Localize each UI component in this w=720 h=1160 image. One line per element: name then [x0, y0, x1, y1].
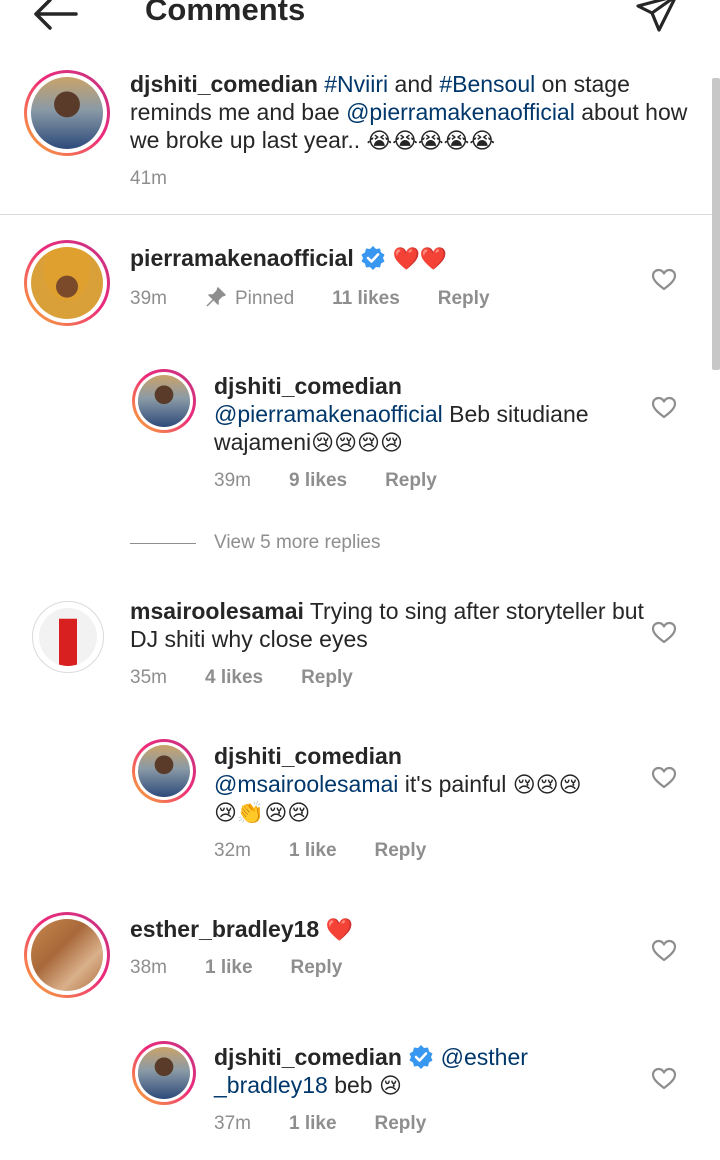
- mention-link[interactable]: @msairoolesamai: [214, 771, 398, 797]
- heart-emoji: ❤️❤️: [392, 246, 448, 271]
- reply-username[interactable]: djshiti_comedian: [214, 1044, 402, 1070]
- avatar[interactable]: [132, 369, 196, 433]
- timestamp: 39m: [130, 288, 167, 309]
- reply-button[interactable]: Reply: [301, 667, 353, 688]
- heart-outline-icon[interactable]: [651, 1067, 677, 1091]
- timestamp: 39m: [214, 470, 251, 491]
- share-button[interactable]: [632, 0, 682, 36]
- timestamp: 37m: [214, 1113, 251, 1134]
- emoji-group: 😢: [378, 1073, 402, 1098]
- arrow-left-icon: [34, 0, 78, 30]
- likes-count[interactable]: 4 likes: [205, 667, 263, 688]
- reply-username[interactable]: djshiti_comedian: [214, 373, 402, 399]
- mention-link[interactable]: @pierramakenaofficial: [346, 99, 575, 125]
- reply-button[interactable]: Reply: [438, 288, 490, 309]
- top-bar: Comments: [0, 0, 720, 40]
- reply-username[interactable]: djshiti_comedian: [214, 743, 402, 769]
- verified-badge-icon: [409, 1045, 433, 1069]
- reply-text: djshiti_comedian @pierramakenaofficial B…: [214, 373, 589, 455]
- comment-text: pierramakenaofficial ❤️❤️: [130, 244, 650, 272]
- avatar[interactable]: [132, 1041, 196, 1105]
- reply-button[interactable]: Reply: [291, 957, 343, 978]
- emoji-group: 😢😢😢: [512, 772, 582, 797]
- caption-text: djshiti_comedian #Nviiri and #Bensoul on…: [130, 71, 688, 153]
- heart-outline-icon[interactable]: [651, 396, 677, 420]
- avatar[interactable]: [32, 601, 104, 673]
- comment-username[interactable]: esther_bradley18: [130, 916, 319, 942]
- timestamp: 41m: [130, 168, 167, 189]
- scrollbar[interactable]: [712, 78, 720, 370]
- heart-outline-icon[interactable]: [651, 268, 677, 292]
- mention-link[interactable]: _bradley18: [214, 1072, 328, 1098]
- reply-meta: 37m 1 like Reply: [214, 1113, 464, 1135]
- comment-text: msairoolesamai Trying to sing after stor…: [130, 598, 644, 652]
- emoji-group: 😢😢😢😢: [311, 430, 403, 455]
- timestamp: 32m: [214, 840, 251, 861]
- comment-username[interactable]: msairoolesamai: [130, 598, 304, 624]
- caption-username[interactable]: djshiti_comedian: [130, 71, 318, 97]
- reply-button[interactable]: Reply: [375, 1113, 427, 1134]
- paper-plane-icon: [636, 0, 676, 32]
- reply-meta: 32m 1 like Reply: [214, 840, 464, 862]
- heart-outline-icon[interactable]: [651, 766, 677, 790]
- hashtag-link[interactable]: #Nviiri: [324, 71, 388, 97]
- comment-username[interactable]: pierramakenaofficial: [130, 245, 354, 271]
- comment-meta: 38m 1 like Reply: [130, 957, 380, 979]
- emoji-group: 😭😭😭😭😭: [366, 128, 496, 153]
- heart-outline-icon[interactable]: [651, 939, 677, 963]
- timestamp: 35m: [130, 667, 167, 688]
- heart-outline-icon[interactable]: [651, 621, 677, 645]
- reply-button[interactable]: Reply: [375, 840, 427, 861]
- comment-meta: 39m Pinned 11 likes Reply: [130, 286, 528, 310]
- mention-link[interactable]: @esther: [441, 1044, 528, 1070]
- divider: [0, 214, 712, 215]
- comment-meta: 35m 4 likes Reply: [130, 667, 391, 689]
- reply-button[interactable]: Reply: [385, 470, 437, 491]
- likes-count[interactable]: 9 likes: [289, 470, 347, 491]
- reply-text: djshiti_comedian @msairoolesamai it's pa…: [214, 743, 582, 825]
- verified-badge-icon: [361, 246, 385, 270]
- reply-meta: 39m 9 likes Reply: [214, 470, 475, 492]
- avatar[interactable]: [132, 739, 196, 803]
- hashtag-link[interactable]: #Bensoul: [439, 71, 535, 97]
- pinned-label: Pinned: [205, 287, 294, 309]
- reply-text: djshiti_comedian @esther _bradley18 beb …: [214, 1044, 528, 1098]
- caption-meta: 41m: [130, 168, 205, 190]
- heart-emoji: ❤️: [325, 917, 354, 942]
- comment-text: esther_bradley18 ❤️: [130, 915, 650, 943]
- likes-count[interactable]: 11 likes: [332, 288, 400, 309]
- mention-link[interactable]: @pierramakenaofficial: [214, 401, 443, 427]
- avatar[interactable]: [24, 70, 110, 156]
- avatar[interactable]: [24, 912, 110, 998]
- avatar[interactable]: [24, 240, 110, 326]
- back-button[interactable]: [30, 0, 80, 34]
- emoji-group: 😢👏😢😢: [214, 800, 311, 825]
- likes-count[interactable]: 1 like: [289, 840, 337, 861]
- timestamp: 38m: [130, 957, 167, 978]
- likes-count[interactable]: 1 like: [205, 957, 253, 978]
- page-title: Comments: [145, 0, 306, 27]
- pin-icon: [206, 287, 226, 307]
- likes-count[interactable]: 1 like: [289, 1113, 337, 1134]
